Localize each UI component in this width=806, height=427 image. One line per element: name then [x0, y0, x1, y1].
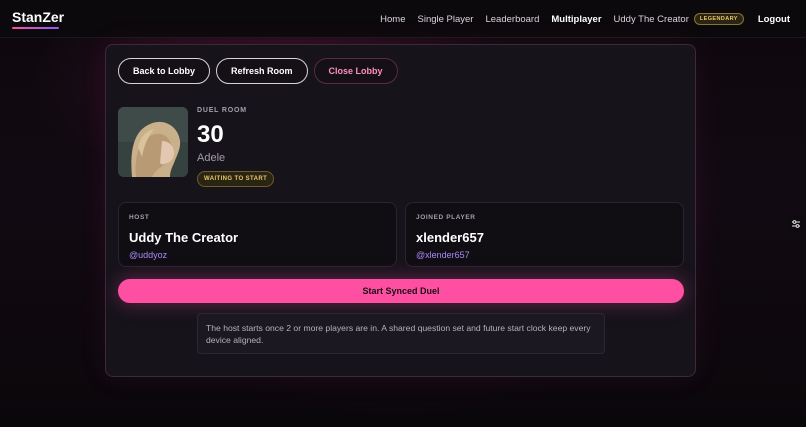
host-handle: @uddyoz: [129, 250, 168, 260]
room-eyebrow: DUEL ROOM: [197, 107, 247, 114]
refresh-room-button[interactable]: Refresh Room: [216, 58, 308, 84]
players-grid: HOST Uddy The Creator @uddyoz JOINED PLA…: [118, 202, 684, 267]
joined-player-card: JOINED PLAYER xlender657 @xlender657: [405, 202, 684, 267]
nav-link-single-player[interactable]: Single Player: [418, 14, 474, 25]
brand-logo[interactable]: StanZer: [12, 9, 64, 28]
album-title: 30: [197, 121, 224, 148]
user-menu[interactable]: Uddy The Creator LEGENDARY: [614, 13, 744, 25]
host-name: Uddy The Creator: [129, 230, 239, 245]
nav-link-leaderboard[interactable]: Leaderboard: [485, 14, 539, 25]
nav-link-home[interactable]: Home: [380, 14, 405, 25]
album-cover: [118, 107, 188, 177]
user-rank-badge: LEGENDARY: [693, 13, 744, 25]
duel-room-card: Back to Lobby Refresh Room Close Lobby D…: [105, 44, 696, 377]
nav-link-multiplayer[interactable]: Multiplayer: [551, 14, 601, 25]
host-label: HOST: [129, 214, 150, 221]
close-lobby-button[interactable]: Close Lobby: [313, 58, 398, 84]
brand-underline: [12, 27, 59, 29]
back-to-lobby-button[interactable]: Back to Lobby: [118, 58, 211, 84]
settings-sliders-icon[interactable]: [788, 216, 804, 232]
start-synced-duel-button[interactable]: Start Synced Duel: [118, 279, 684, 303]
joined-name: xlender657: [416, 230, 484, 245]
logout-link[interactable]: Logout: [758, 14, 790, 25]
room-info: DUEL ROOM 30 Adele WAITING TO START: [197, 107, 397, 187]
top-navbar: StanZer Home Single Player Leaderboard M…: [0, 0, 806, 38]
host-card: HOST Uddy The Creator @uddyoz: [118, 202, 397, 267]
joined-label: JOINED PLAYER: [416, 214, 476, 221]
joined-handle: @xlender657: [416, 250, 470, 260]
user-name[interactable]: Uddy The Creator: [614, 14, 689, 25]
room-actions: Back to Lobby Refresh Room Close Lobby: [118, 58, 398, 84]
info-note: The host starts once 2 or more players a…: [197, 313, 605, 354]
artist-name: Adele: [197, 152, 226, 164]
nav-links: Home Single Player Leaderboard Multiplay…: [368, 0, 790, 38]
status-badge: WAITING TO START: [197, 171, 275, 187]
